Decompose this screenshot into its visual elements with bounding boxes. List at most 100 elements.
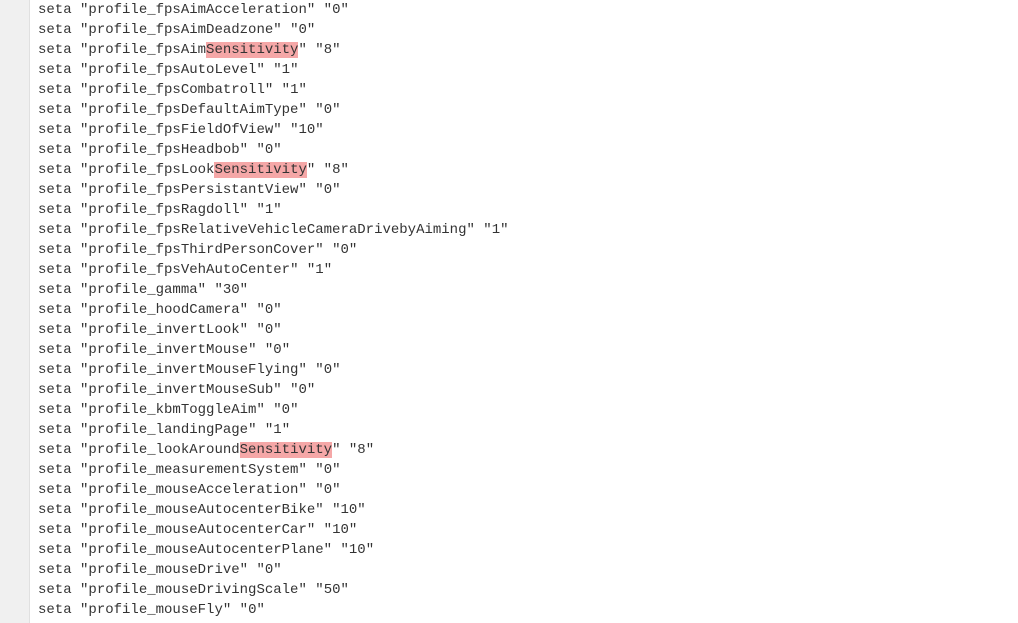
config-value: 1 bbox=[492, 222, 500, 238]
config-value: 0 bbox=[265, 142, 273, 158]
config-value: 1 bbox=[273, 422, 281, 438]
config-value: 0 bbox=[324, 482, 332, 498]
config-key: profile_fpsPersistantView bbox=[88, 182, 298, 198]
config-line[interactable]: seta "profile_kbmToggleAim" "0" bbox=[38, 400, 1010, 420]
config-value: 0 bbox=[332, 2, 340, 18]
config-line[interactable]: seta "profile_mouseDrivingScale" "50" bbox=[38, 580, 1010, 600]
config-line[interactable]: seta "profile_fpsAimAcceleration" "0" bbox=[38, 0, 1010, 20]
config-value: 0 bbox=[298, 382, 306, 398]
config-value: 8 bbox=[332, 162, 340, 178]
config-line[interactable]: seta "profile_fpsLookSensitivity" "8" bbox=[38, 160, 1010, 180]
seta-cmd: seta bbox=[38, 422, 72, 438]
config-value: 30 bbox=[223, 282, 240, 298]
config-value: 0 bbox=[324, 362, 332, 378]
config-line[interactable]: seta "profile_mouseDrive" "0" bbox=[38, 560, 1010, 580]
editor-content[interactable]: seta "profile_fpsAimAcceleration" "0"set… bbox=[30, 0, 1018, 623]
config-value: 0 bbox=[265, 562, 273, 578]
config-line[interactable]: seta "profile_fpsAutoLevel" "1" bbox=[38, 60, 1010, 80]
config-line[interactable]: seta "profile_landingPage" "1" bbox=[38, 420, 1010, 440]
config-value: 8 bbox=[357, 442, 365, 458]
config-line[interactable]: seta "profile_invertMouse" "0" bbox=[38, 340, 1010, 360]
seta-cmd: seta bbox=[38, 542, 72, 558]
config-value: 0 bbox=[324, 102, 332, 118]
config-key: profile_fpsVehAutoCenter bbox=[88, 262, 290, 278]
config-line[interactable]: seta "profile_fpsVehAutoCenter" "1" bbox=[38, 260, 1010, 280]
config-key: profile_measurementSystem bbox=[88, 462, 298, 478]
config-value: 10 bbox=[298, 122, 315, 138]
config-key: profile_fpsCombatroll bbox=[88, 82, 264, 98]
config-line[interactable]: seta "profile_hoodCamera" "0" bbox=[38, 300, 1010, 320]
config-line[interactable]: seta "profile_mouseAcceleration" "0" bbox=[38, 480, 1010, 500]
config-line[interactable]: seta "profile_fpsRelativeVehicleCameraDr… bbox=[38, 220, 1010, 240]
config-line[interactable]: seta "profile_fpsAimDeadzone" "0" bbox=[38, 20, 1010, 40]
config-value: 0 bbox=[298, 22, 306, 38]
seta-cmd: seta bbox=[38, 102, 72, 118]
config-value: 0 bbox=[282, 402, 290, 418]
seta-cmd: seta bbox=[38, 342, 72, 358]
config-line[interactable]: seta "profile_lookAroundSensitivity" "8" bbox=[38, 440, 1010, 460]
config-value: 0 bbox=[340, 242, 348, 258]
seta-cmd: seta bbox=[38, 22, 72, 38]
config-line[interactable]: seta "profile_fpsRagdoll" "1" bbox=[38, 200, 1010, 220]
config-value: 0 bbox=[265, 322, 273, 338]
seta-cmd: seta bbox=[38, 562, 72, 578]
config-line[interactable]: seta "profile_measurementSystem" "0" bbox=[38, 460, 1010, 480]
search-match-highlight: Sensitivity bbox=[214, 162, 306, 178]
config-key: profile_mouseDrivingScale bbox=[88, 582, 298, 598]
config-key: profile_mouseAcceleration bbox=[88, 482, 298, 498]
config-line[interactable]: seta "profile_fpsAimSensitivity" "8" bbox=[38, 40, 1010, 60]
seta-cmd: seta bbox=[38, 182, 72, 198]
config-line[interactable]: seta "profile_fpsDefaultAimType" "0" bbox=[38, 100, 1010, 120]
config-line[interactable]: seta "profile_invertLook" "0" bbox=[38, 320, 1010, 340]
config-line[interactable]: seta "profile_invertMouseSub" "0" bbox=[38, 380, 1010, 400]
config-key: profile_mouseFly bbox=[88, 602, 222, 618]
seta-cmd: seta bbox=[38, 202, 72, 218]
config-value: 1 bbox=[282, 62, 290, 78]
config-value: 0 bbox=[265, 302, 273, 318]
config-key: profile_fpsThirdPersonCover bbox=[88, 242, 315, 258]
config-value: 10 bbox=[340, 502, 357, 518]
config-key: profile_fpsLook bbox=[88, 162, 214, 178]
config-key: profile_hoodCamera bbox=[88, 302, 239, 318]
config-key: profile_invertMouseSub bbox=[88, 382, 273, 398]
seta-cmd: seta bbox=[38, 602, 72, 618]
config-value: 0 bbox=[324, 182, 332, 198]
config-key: profile_mouseAutocenterPlane bbox=[88, 542, 323, 558]
config-key: profile_fpsAutoLevel bbox=[88, 62, 256, 78]
config-line[interactable]: seta "profile_fpsFieldOfView" "10" bbox=[38, 120, 1010, 140]
config-line[interactable]: seta "profile_mouseFly" "0" bbox=[38, 600, 1010, 620]
config-key: profile_mouseAutocenterBike bbox=[88, 502, 315, 518]
config-line[interactable]: seta "profile_mouseAutocenterBike" "10" bbox=[38, 500, 1010, 520]
config-line[interactable]: seta "profile_fpsHeadbob" "0" bbox=[38, 140, 1010, 160]
seta-cmd: seta bbox=[38, 242, 72, 258]
seta-cmd: seta bbox=[38, 162, 72, 178]
seta-cmd: seta bbox=[38, 262, 72, 278]
config-line[interactable]: seta "profile_fpsCombatroll" "1" bbox=[38, 80, 1010, 100]
seta-cmd: seta bbox=[38, 382, 72, 398]
config-line[interactable]: seta "profile_mouseAutocenterPlane" "10" bbox=[38, 540, 1010, 560]
config-line[interactable]: seta "profile_fpsThirdPersonCover" "0" bbox=[38, 240, 1010, 260]
config-key: profile_kbmToggleAim bbox=[88, 402, 256, 418]
config-key: profile_fpsRagdoll bbox=[88, 202, 239, 218]
seta-cmd: seta bbox=[38, 462, 72, 478]
config-value: 10 bbox=[349, 542, 366, 558]
config-line[interactable]: seta "profile_mouseAutocenterCar" "10" bbox=[38, 520, 1010, 540]
config-value: 8 bbox=[324, 42, 332, 58]
config-line[interactable]: seta "profile_invertMouseFlying" "0" bbox=[38, 360, 1010, 380]
config-key: profile_fpsHeadbob bbox=[88, 142, 239, 158]
seta-cmd: seta bbox=[38, 322, 72, 338]
seta-cmd: seta bbox=[38, 2, 72, 18]
seta-cmd: seta bbox=[38, 362, 72, 378]
config-key: profile_invertMouse bbox=[88, 342, 248, 358]
config-line[interactable]: seta "profile_fpsPersistantView" "0" bbox=[38, 180, 1010, 200]
config-key: profile_mouseAutocenterCar bbox=[88, 522, 306, 538]
config-value: 0 bbox=[273, 342, 281, 358]
config-key: profile_fpsAimAcceleration bbox=[88, 2, 306, 18]
config-line[interactable]: seta "profile_gamma" "30" bbox=[38, 280, 1010, 300]
seta-cmd: seta bbox=[38, 62, 72, 78]
seta-cmd: seta bbox=[38, 522, 72, 538]
config-value: 0 bbox=[324, 462, 332, 478]
config-key: profile_fpsDefaultAimType bbox=[88, 102, 298, 118]
search-match-highlight: Sensitivity bbox=[206, 42, 298, 58]
line-number-gutter bbox=[0, 0, 30, 623]
